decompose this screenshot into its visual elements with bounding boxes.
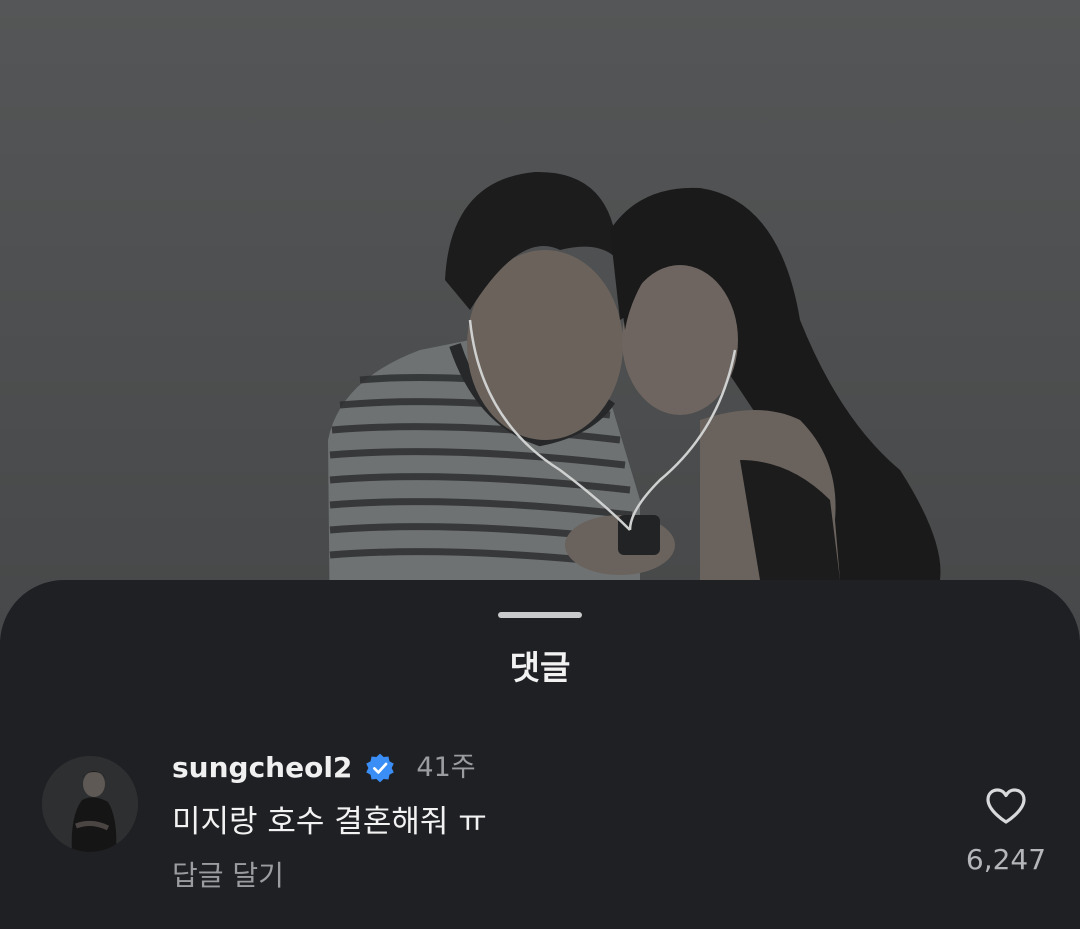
- heart-outline-icon[interactable]: [984, 786, 1028, 826]
- username[interactable]: sungcheol2: [172, 750, 352, 786]
- drag-handle[interactable]: [498, 612, 582, 618]
- background-photo[interactable]: [0, 0, 1080, 640]
- like-count: 6,247: [965, 843, 1047, 876]
- photo-illustration: [0, 0, 1080, 640]
- verified-badge-icon: [366, 753, 395, 783]
- screen: 댓글 sungcheol2 41주 미지랑 호수 결혼해줘 ㅠ 답글 달기 6,…: [0, 0, 1080, 929]
- comment-header: sungcheol2 41주: [172, 750, 476, 786]
- comment-time: 41주: [416, 752, 476, 783]
- avatar[interactable]: [42, 756, 138, 852]
- comment-item: sungcheol2 41주 미지랑 호수 결혼해줘 ㅠ 답글 달기 6,247: [0, 750, 1080, 900]
- avatar-image: [42, 756, 138, 852]
- comment-text: 미지랑 호수 결혼해줘 ㅠ: [172, 804, 487, 840]
- comments-sheet: 댓글 sungcheol2 41주 미지랑 호수 결혼해줘 ㅠ 답글 달기 6,…: [0, 580, 1080, 929]
- reply-button[interactable]: 답글 달기: [172, 858, 284, 894]
- sheet-title: 댓글: [509, 648, 571, 687]
